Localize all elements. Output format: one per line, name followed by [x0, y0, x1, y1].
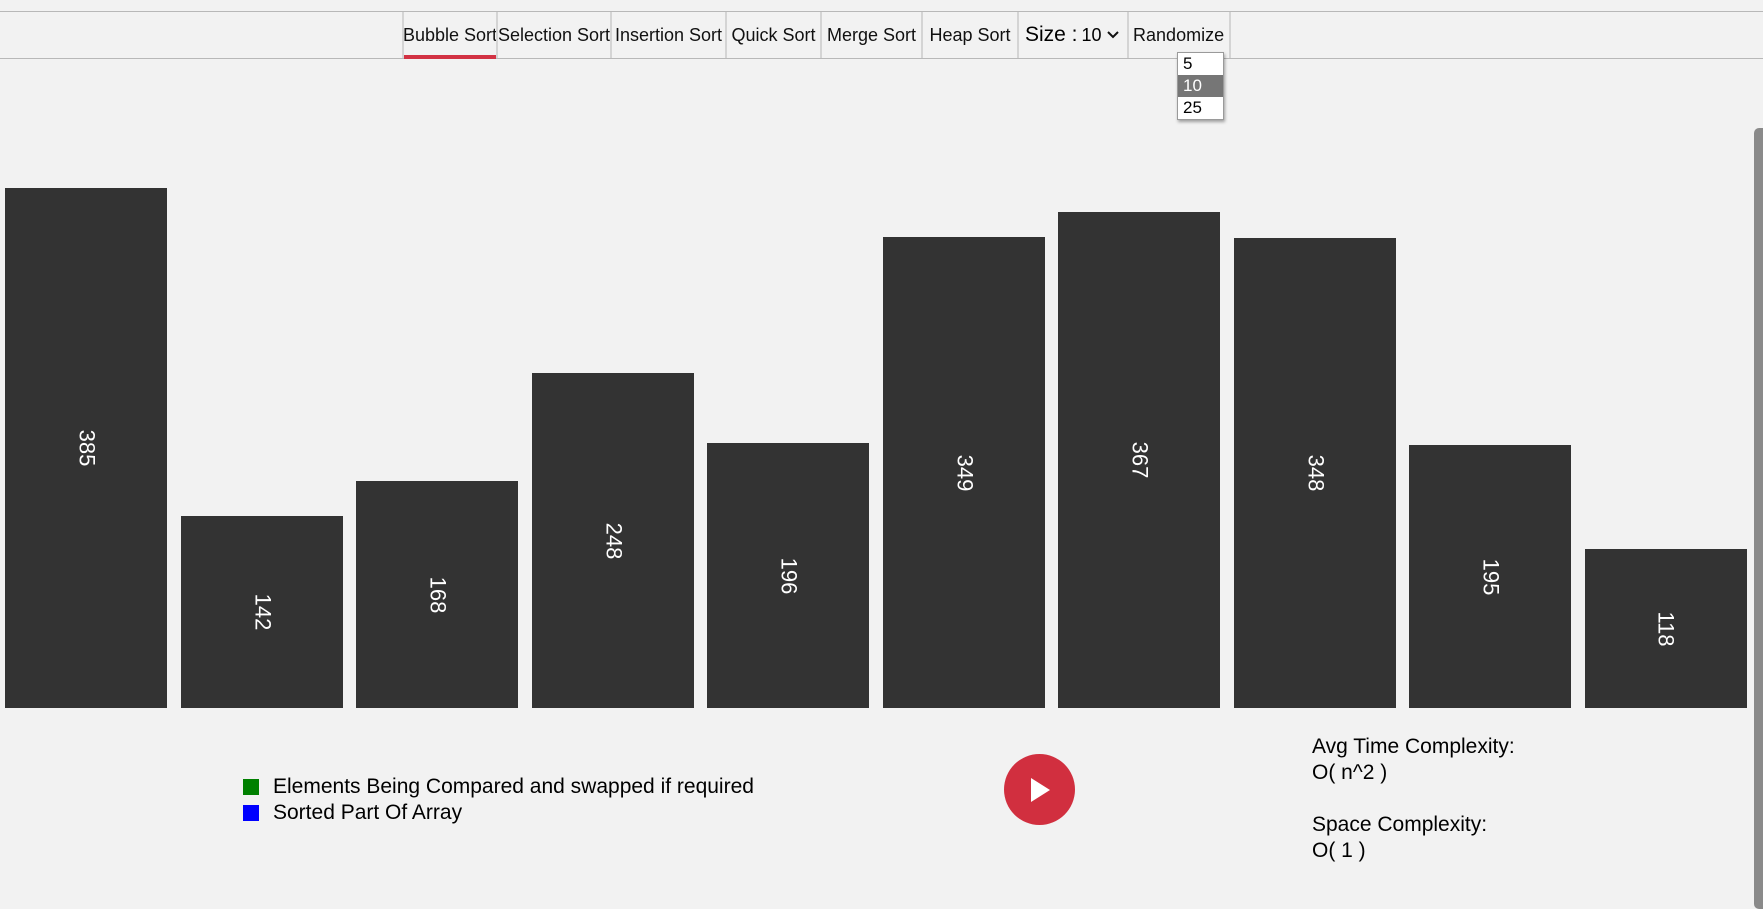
array-bar: 348	[1234, 238, 1396, 708]
array-bar-value: 168	[425, 576, 450, 613]
array-bars: 385 142 168 248 196 349 367 348 195 118	[0, 0, 1763, 720]
page-scrollbar[interactable]	[1754, 128, 1763, 909]
play-icon	[1030, 777, 1050, 802]
array-bar: 118	[1585, 549, 1747, 708]
array-bar-value: 348	[1303, 454, 1328, 492]
array-bar-value: 195	[1478, 558, 1503, 595]
array-bar: 385	[5, 188, 167, 708]
legend: Elements Being Compared and swapped if r…	[243, 774, 754, 826]
time-complexity-label: Avg Time Complexity:	[1312, 735, 1515, 758]
legend-swatch-compared	[243, 779, 259, 795]
legend-item-sorted: Sorted Part Of Array	[243, 800, 754, 826]
array-bar: 196	[707, 443, 869, 708]
array-bar: 142	[181, 516, 343, 708]
array-bar-value: 248	[601, 522, 626, 559]
array-bar-value: 349	[952, 454, 977, 491]
legend-label-compared: Elements Being Compared and swapped if r…	[273, 775, 754, 798]
array-bar-value: 385	[74, 429, 99, 467]
array-bar-value: 196	[776, 557, 801, 594]
space-complexity-label: Space Complexity:	[1312, 813, 1488, 836]
legend-swatch-sorted	[243, 805, 259, 821]
time-complexity-value: O( n^2 )	[1312, 761, 1388, 784]
array-bar: 195	[1409, 445, 1571, 708]
space-complexity-value: O( 1 )	[1312, 839, 1366, 862]
array-bar-value: 118	[1653, 610, 1679, 647]
array-bar: 367	[1058, 212, 1220, 708]
play-button[interactable]	[1004, 754, 1075, 825]
legend-label-sorted: Sorted Part Of Array	[273, 801, 463, 824]
array-bar: 248	[532, 373, 694, 708]
complexity-info: Avg Time Complexity: O( n^2 ) Space Comp…	[1312, 734, 1515, 864]
array-bar-value: 142	[250, 593, 275, 631]
array-bar: 168	[356, 481, 518, 708]
legend-item-compared: Elements Being Compared and swapped if r…	[243, 774, 754, 800]
array-bar: 349	[883, 237, 1045, 708]
array-bar-value: 367	[1127, 441, 1152, 479]
